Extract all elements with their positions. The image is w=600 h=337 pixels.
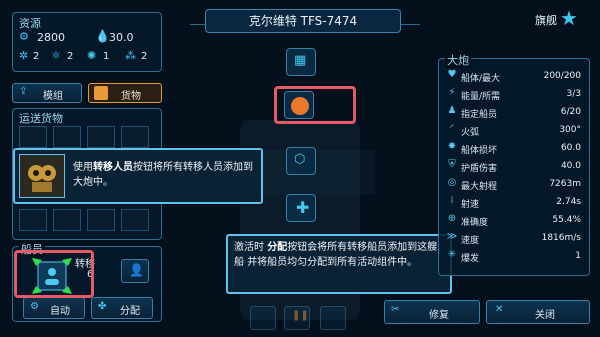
molecule-icon: ⚛ bbox=[51, 49, 61, 62]
ship-right-button[interactable] bbox=[320, 306, 346, 330]
droplet-icon: 💧 bbox=[95, 29, 110, 43]
resource-value-parts: 2800 bbox=[37, 31, 65, 44]
medical-slot[interactable]: ✚ bbox=[286, 194, 316, 222]
burst-small-icon: ✳ bbox=[447, 249, 457, 260]
stats-panel: 大炮 ♥ 船体/最大 200/200 ⚡ 能量/所需 3/3 ♟ 指定船员 6/20 ◜ 火弧… bbox=[438, 52, 590, 276]
atom-icon: ✲ bbox=[19, 49, 29, 62]
ship-left-button[interactable] bbox=[250, 306, 276, 330]
stat-row: ♟ 指定船员 6/20 bbox=[439, 105, 589, 121]
tab-modules[interactable]: ⇪ 模组 bbox=[12, 83, 82, 103]
repair-button[interactable]: ✂ 修复 bbox=[384, 300, 480, 324]
shield-slot[interactable]: ⬡ bbox=[286, 147, 316, 175]
cargo-title: 运送货物 bbox=[19, 112, 63, 125]
stat-row: ◎ 最大射程 7263m bbox=[439, 177, 589, 193]
stat-row: ♥ 船体/最大 200/200 bbox=[439, 69, 589, 85]
pause-icon: ❚❚ bbox=[292, 310, 309, 321]
shield-module-icon: ⬡ bbox=[294, 152, 306, 167]
crew-count-4: 2 bbox=[141, 51, 148, 62]
stat-row: ✳ 爆发 1 bbox=[439, 249, 589, 265]
auto-button[interactable]: ⚙ 自动 bbox=[23, 297, 85, 319]
cargo-slot[interactable] bbox=[87, 126, 115, 148]
network-icon: ⁂ bbox=[125, 49, 136, 62]
cube-icon bbox=[94, 86, 108, 100]
cargo-slot[interactable] bbox=[53, 126, 81, 148]
resource-value-fuel: 30.0 bbox=[109, 31, 134, 44]
tab-cargo[interactable]: 货物 bbox=[88, 83, 162, 103]
plus-icon: ✚ bbox=[296, 198, 310, 217]
upload-icon: ⇪ bbox=[19, 86, 28, 97]
gear-cluster-icon: ⚙ bbox=[19, 30, 29, 43]
tooltip-transfer-crew: 使用转移人员按钮将所有转移人员添加到大炮中。 bbox=[13, 148, 263, 204]
close-label: 关闭 bbox=[535, 310, 555, 321]
cargo-slot[interactable] bbox=[121, 209, 149, 231]
tooltip-assign: 激活时 分配按钮会将所有转移船员添加到这艘船 并将船员均匀分配到所有活动组件中。 bbox=[226, 234, 452, 294]
wrench-icon: ✂ bbox=[391, 304, 400, 315]
person-icon: ♟ bbox=[447, 105, 457, 116]
bullets-icon: ⁞ bbox=[450, 195, 454, 206]
repair-label: 修复 bbox=[429, 310, 449, 321]
resources-panel: 资源 ⚙ 2800 💧 30.0 ✲ 2 ⚛ 2 ✺ 1 ⁂ 2 bbox=[12, 12, 162, 72]
robot-portrait bbox=[19, 154, 65, 198]
robot-icon bbox=[28, 165, 56, 192]
tab-modules-label: 模组 bbox=[43, 91, 63, 102]
crew-count-2: 2 bbox=[67, 51, 74, 62]
highlight-cannon bbox=[274, 86, 356, 124]
orbit-icon: ✺ bbox=[87, 49, 97, 62]
assign-button[interactable]: ✤ 分配 bbox=[91, 297, 153, 319]
cargo-slot[interactable] bbox=[121, 126, 149, 148]
resources-title: 资源 bbox=[19, 17, 41, 30]
cargo-slot[interactable] bbox=[53, 209, 81, 231]
stat-row: ⊕ 准确度 55.4% bbox=[439, 213, 589, 229]
assign-icon: ✤ bbox=[98, 301, 107, 312]
speed-icon: ≫ bbox=[446, 231, 458, 242]
stats-title: 大炮 bbox=[445, 52, 471, 68]
stat-row: ⁞ 射速 2.74s bbox=[439, 195, 589, 211]
tab-cargo-label: 货物 bbox=[121, 91, 141, 102]
cargo-slot[interactable] bbox=[19, 209, 47, 231]
heart-icon: ♥ bbox=[447, 69, 457, 80]
close-button[interactable]: ✕ 关闭 bbox=[486, 300, 590, 324]
add-crew-button[interactable]: 👤 bbox=[121, 259, 149, 283]
highlight-transfer-crew bbox=[14, 250, 94, 298]
stat-row: ◜ 火弧 300° bbox=[439, 123, 589, 139]
flagship-label: 旗舰 bbox=[535, 14, 557, 27]
crew-count-1: 2 bbox=[33, 51, 40, 62]
assign-label: 分配 bbox=[120, 306, 140, 317]
module-icon: ▦ bbox=[294, 53, 307, 68]
person-add-icon: 👤 bbox=[129, 263, 144, 277]
range-icon: ◎ bbox=[447, 177, 457, 188]
burst-icon: ✸ bbox=[447, 141, 457, 152]
tooltip-transfer-text: 使用转移人员按钮将所有转移人员添加到大炮中。 bbox=[73, 162, 253, 188]
arc-icon: ◜ bbox=[450, 123, 454, 134]
cargo-slot[interactable] bbox=[87, 209, 115, 231]
ship-name: 克尔维特 TFS-7474 bbox=[248, 14, 358, 28]
cargo-slot[interactable] bbox=[19, 126, 47, 148]
stat-row: ✸ 船体损坏 60.0 bbox=[439, 141, 589, 157]
stat-row: ⛨ 护盾伤害 40.0 bbox=[439, 159, 589, 175]
shield-icon: ⛨ bbox=[448, 159, 456, 170]
auto-label: 自动 bbox=[50, 306, 70, 317]
crosshair-icon: ⊕ bbox=[447, 213, 457, 224]
bolt-icon: ⚡ bbox=[448, 87, 456, 98]
stat-row: ⚡ 能量/所需 3/3 bbox=[439, 87, 589, 103]
star-icon[interactable]: ★ bbox=[560, 6, 578, 30]
crew-count-3: 1 bbox=[103, 51, 110, 62]
ship-name-plate: 克尔维特 TFS-7474 bbox=[205, 9, 401, 33]
stat-row: ≫ 速度 1816m/s bbox=[446, 231, 581, 246]
close-icon: ✕ bbox=[495, 304, 504, 315]
component-slot-top[interactable]: ▦ bbox=[286, 48, 316, 76]
auto-icon: ⚙ bbox=[30, 301, 39, 312]
pause-button[interactable]: ❚❚ bbox=[284, 306, 310, 330]
